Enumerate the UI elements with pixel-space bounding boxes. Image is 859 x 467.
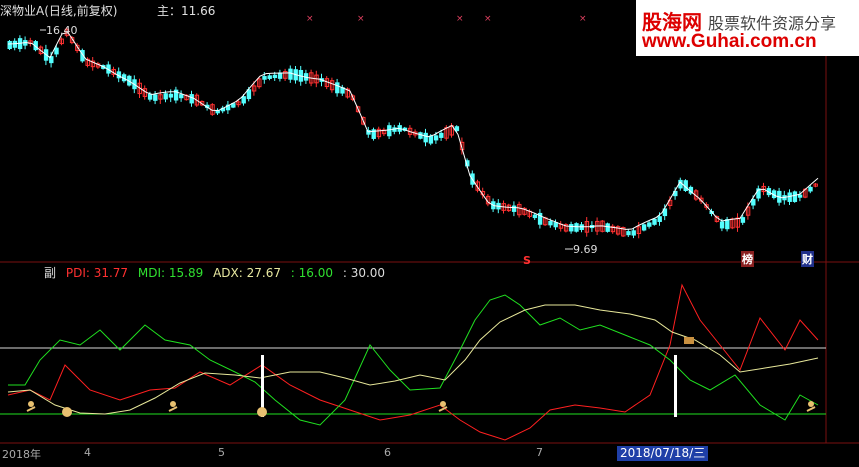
event-x-icon: ×: [357, 14, 365, 24]
candle-body: [277, 72, 283, 79]
candle-body: [246, 89, 252, 100]
event-x-icon: ×: [306, 14, 314, 24]
sub-prefix: 副: [44, 266, 57, 280]
candle-body: [657, 216, 662, 222]
s-marker[interactable]: S: [522, 254, 532, 267]
candle-body: [428, 135, 434, 144]
level-1-value: : 16.00: [290, 266, 334, 280]
candle-body: [153, 94, 158, 101]
pdi-line: [7, 283, 819, 441]
adx-line: [7, 304, 819, 415]
xaxis-tick: 7: [536, 446, 543, 459]
candle-body: [267, 75, 272, 79]
candle-body: [569, 224, 574, 232]
candle-body: [751, 199, 756, 206]
xaxis-tick: 5: [218, 446, 225, 459]
moving-average-line: [7, 31, 819, 230]
ma-polyline: [7, 31, 819, 230]
event-x-icon: ×: [456, 14, 464, 24]
candle-body: [548, 220, 553, 226]
candle-body: [439, 132, 444, 138]
signal-bar: [674, 355, 677, 417]
mdi-value: MDI: 15.89: [137, 266, 204, 280]
main-indicator-label: 主：11.66: [157, 4, 216, 18]
candle-body: [605, 223, 610, 232]
xaxis-tick: 2018年: [2, 448, 41, 461]
cursor-date-badge: 2018/07/18/三: [617, 446, 709, 461]
runner-icon: [168, 401, 178, 412]
cai-marker[interactable]: 财: [801, 251, 814, 267]
candle-body: [631, 230, 636, 236]
candle-body: [7, 40, 12, 50]
site-logo: 股海网 股票软件资源分享 www.Guhai.com.cn: [636, 0, 859, 56]
candle-body: [168, 93, 174, 98]
bang-marker[interactable]: 榜: [741, 251, 754, 267]
candle-body: [787, 192, 792, 202]
candle-body: [387, 125, 392, 137]
low-price-label: 9.69: [573, 243, 598, 256]
candle-body: [454, 126, 460, 132]
candle-body: [423, 132, 428, 143]
pdi-value: PDI: 31.77: [65, 266, 129, 280]
candle-body: [553, 222, 558, 228]
candle-body: [179, 94, 184, 99]
candle-body: [147, 93, 153, 100]
candle-body: [433, 135, 439, 141]
candle-body: [163, 93, 168, 100]
logo-url: www.Guhai.com.cn: [642, 31, 817, 52]
money-bag-icon: [62, 407, 72, 417]
candle-body: [808, 186, 813, 192]
chart-canvas[interactable]: × × × × ×: [0, 0, 859, 467]
flag-icon: [684, 337, 694, 344]
level-2-value: : 30.00: [342, 266, 386, 280]
mdi-line: [8, 294, 819, 426]
candle-body: [288, 68, 293, 80]
candle-body: [647, 222, 652, 227]
candle-body: [54, 47, 59, 55]
candle-body: [189, 94, 194, 104]
candle-body: [740, 217, 746, 223]
candle-body: [797, 194, 803, 198]
candle-body: [792, 191, 798, 202]
candle-body: [262, 76, 267, 80]
sub-indicator-legend: 副 PDI: 31.77 MDI: 15.89 ADX: 27.67 : 16.…: [44, 266, 391, 280]
chart-title: 深物业A(日线,前复权): [0, 4, 118, 18]
event-x-icon: ×: [484, 14, 492, 24]
candle-body: [641, 224, 647, 231]
candle-body: [574, 223, 579, 232]
candle-body: [532, 214, 538, 219]
candle-body: [626, 231, 631, 236]
candle-body: [725, 219, 730, 230]
runner-icon: [26, 401, 36, 412]
candle-body: [241, 96, 246, 104]
candle-body: [272, 74, 278, 79]
candle-body: [418, 132, 423, 139]
event-x-icon: ×: [579, 14, 587, 24]
candle-body: [335, 82, 340, 94]
candle-body: [511, 205, 517, 212]
adx-value: ADX: 27.67: [213, 266, 281, 280]
money-bag-icon: [257, 407, 267, 417]
xaxis-tick: 4: [84, 446, 91, 459]
candle-body: [652, 218, 657, 225]
xaxis-tick: 6: [384, 446, 391, 459]
candle-body: [719, 221, 725, 229]
high-price-label: 16.40: [46, 24, 78, 37]
